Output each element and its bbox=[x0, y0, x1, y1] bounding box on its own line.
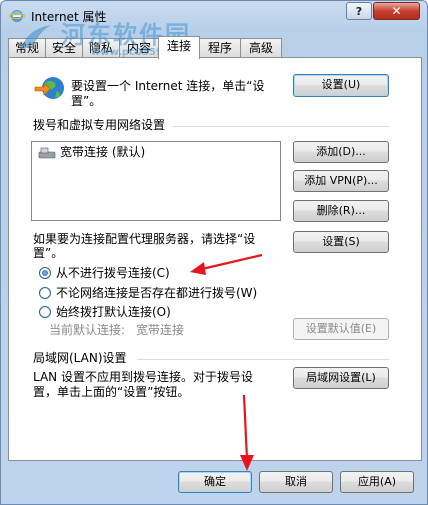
lan-divider bbox=[137, 359, 389, 360]
help-button[interactable]: ? bbox=[346, 2, 372, 20]
add-button[interactable]: 添加(D)... bbox=[293, 141, 389, 163]
cancel-button[interactable]: 取消 bbox=[259, 471, 333, 493]
add-vpn-button[interactable]: 添加 VPN(P)... bbox=[293, 170, 389, 192]
dialup-settings-button[interactable]: 设置(S) bbox=[293, 231, 389, 253]
lan-description-line2: 置，单击上面的“设置”按钮。 bbox=[33, 385, 190, 399]
tab-connections[interactable]: 连接 bbox=[158, 36, 200, 59]
setup-button[interactable]: 设置(U) bbox=[293, 74, 389, 97]
lan-description-line1: LAN 设置不应用到拨号连接。对于拨号设 bbox=[33, 370, 253, 384]
lan-settings-button[interactable]: 局域网设置(L) bbox=[293, 367, 389, 389]
dialup-section-title: 拨号和虚拟专用网络设置 bbox=[33, 118, 166, 132]
setup-description-line1: 要设置一个 Internet 连接，单击“设 bbox=[71, 79, 265, 93]
apply-button[interactable]: 应用(A) bbox=[340, 471, 414, 493]
ok-button[interactable]: 确定 bbox=[178, 471, 252, 493]
site-logo-icon bbox=[21, 25, 51, 49]
delete-button[interactable]: 删除(R)... bbox=[293, 200, 389, 222]
set-default-button[interactable]: 设置默认值(E) bbox=[293, 318, 389, 340]
connection-listbox[interactable]: 宽带连接 (默认) bbox=[31, 141, 281, 221]
dialog-footer: 确定 取消 应用(A) bbox=[1, 461, 427, 504]
dialup-divider bbox=[173, 126, 389, 127]
proxy-description-line2: 置”。 bbox=[33, 246, 64, 260]
radio-never-dial[interactable] bbox=[39, 267, 51, 279]
radio-dial-whenever-label[interactable]: 不论网络连接是否存在都进行拨号(W) bbox=[56, 286, 257, 301]
current-default-value: 宽带连接 bbox=[136, 323, 185, 337]
radio-always-dial-default-label[interactable]: 始终拨打默认连接(O) bbox=[56, 305, 171, 320]
tab-programs[interactable]: 程序 bbox=[199, 38, 241, 57]
close-button[interactable]: ✕ bbox=[373, 2, 420, 20]
lan-section-title: 局域网(LAN)设置 bbox=[33, 351, 127, 365]
radio-dial-whenever[interactable] bbox=[39, 287, 51, 299]
setup-description-line2: 置”。 bbox=[71, 94, 102, 108]
proxy-description-line1: 如果要为连接配置代理服务器，请选择“设 bbox=[33, 232, 256, 246]
list-item-label: 宽带连接 (默认) bbox=[60, 145, 146, 159]
current-default-label: 当前默认连接: bbox=[49, 323, 126, 337]
radio-always-dial-default[interactable] bbox=[39, 306, 51, 318]
tab-advanced[interactable]: 高级 bbox=[240, 38, 282, 57]
broadband-connection-icon bbox=[38, 147, 56, 159]
radio-never-dial-label[interactable]: 从不进行拨号连接(C) bbox=[56, 266, 170, 281]
network-globe-icon bbox=[34, 77, 64, 99]
internet-properties-window: Internet 属性 ? ✕ 常规 安全 隐私 内容 连接 程序 高级 要设置… bbox=[0, 0, 428, 505]
